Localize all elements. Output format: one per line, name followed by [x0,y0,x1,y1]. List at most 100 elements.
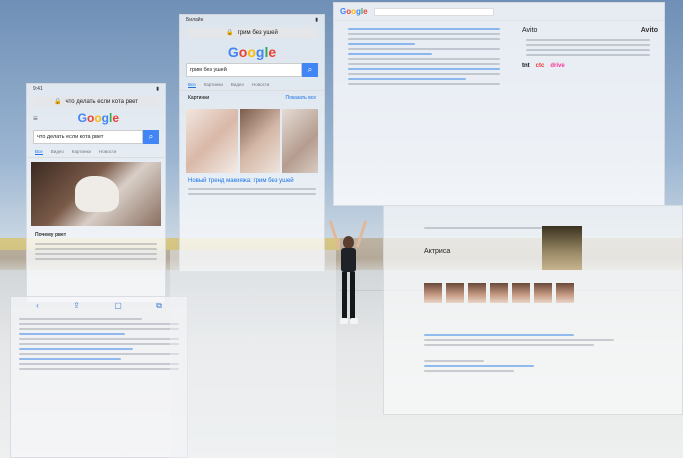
carrier-label: Билайн [186,17,204,23]
result-image[interactable] [186,109,238,173]
text-line [424,360,484,362]
text-line [35,248,157,250]
text-line [348,48,500,50]
result-title[interactable] [19,348,134,350]
text-line [19,368,179,370]
person-thumbnail[interactable] [446,283,464,303]
kp-title: Avito [522,27,538,34]
show-more-link[interactable]: Показать все [285,95,316,101]
text-line [19,323,179,325]
person-thumbnail[interactable] [424,283,442,303]
text-line [19,363,179,365]
text-line [348,33,500,35]
result-title[interactable]: Почему рвет [27,230,165,240]
photo-scene: Билайн ▮ 🔒 грим без ушей Google грим без… [0,0,683,458]
brand-logo[interactable]: drive [550,63,564,69]
tab-all[interactable]: Все [188,82,196,88]
search-input[interactable]: что делать если кота рвет [33,130,143,144]
brand-logos: tnt ctc drive [518,59,658,73]
result-title[interactable] [19,333,125,335]
search-row: что делать если кота рвет ⌕ [33,130,159,144]
back-icon[interactable]: ‹ [36,301,39,311]
tab-all[interactable]: Все [35,149,43,155]
search-input[interactable] [373,7,494,16]
search-button[interactable]: ⌕ [143,130,159,144]
search-input[interactable]: грим без ушей [186,63,302,77]
translucent-sheet [170,250,336,458]
result-image[interactable] [282,109,318,173]
phone-screen-center: Билайн ▮ 🔒 грим без ушей Google грим без… [179,14,325,272]
text-line [35,243,157,245]
result-title[interactable] [348,68,500,70]
url-bar[interactable]: 🔒 что делать если кота рвет [33,96,159,107]
result-title[interactable] [348,28,500,30]
text-line [424,370,514,372]
tab-news[interactable]: Новости [99,149,116,155]
tab-images[interactable]: Картинки [72,149,91,155]
bookmarks-icon[interactable]: ▢ [114,301,122,311]
search-row: грим без ушей ⌕ [186,63,318,77]
result-image[interactable] [240,109,280,173]
google-logo: Google [227,44,277,60]
text-line [348,58,500,60]
text-line [424,339,614,341]
text-line [19,343,179,345]
result-title[interactable] [348,78,466,80]
share-icon[interactable]: ⇪ [73,301,80,311]
text-line [35,258,157,260]
person-thumbnail[interactable] [534,283,552,303]
person-thumbnail[interactable] [556,283,574,303]
search-icon: ⌕ [148,132,154,141]
result-tabs: Все Видео Картинки Новости [27,147,165,158]
search-icon: ⌕ [307,65,313,74]
faces-carousel [384,279,682,307]
battery-icon: ▮ [156,86,159,92]
status-bar: 9:41 ▮ [27,84,165,94]
result-title[interactable] [424,365,534,367]
url-text: грим без ушей [237,29,278,36]
text-line [526,44,650,46]
lock-icon: 🔒 [226,30,234,36]
person-thumbnail[interactable] [468,283,486,303]
text-line [19,338,179,340]
result-title[interactable] [348,53,432,55]
result-title[interactable] [19,358,122,360]
brand-logo[interactable]: ctc [536,63,545,69]
portrait-image[interactable] [542,226,582,270]
phone-screen-bottom-left: ‹ ⇪ ▢ ⧉ [10,296,188,458]
text-line [526,39,650,41]
text-line [348,73,500,75]
tab-news[interactable]: Новости [252,82,269,88]
tab-images[interactable]: Картинки [204,82,223,88]
person-thumbnail[interactable] [512,283,530,303]
tabs-icon[interactable]: ⧉ [156,301,162,311]
cat-image[interactable] [31,162,161,226]
text-line [188,188,316,190]
tab-video[interactable]: Видео [51,149,64,155]
tab-video[interactable]: Видео [231,82,244,88]
results-columns: Avito Avito tnt ctc drive [334,21,664,92]
url-bar[interactable]: 🔒 грим без ушей [186,27,318,38]
jumping-woman [328,218,368,334]
result-link[interactable]: Новый тренд макияжа: грим без ушей [180,177,324,185]
status-bar: Билайн ▮ [180,15,324,25]
desktop-results-top: Google Avito Avito tnt ctc drive [333,2,665,206]
knowledge-title: Актриса [424,248,451,255]
text-line [35,253,157,255]
browser-toolbar: ‹ ⇪ ▢ ⧉ [11,297,187,315]
brand-logo[interactable]: tnt [522,63,530,69]
battery-icon: ▮ [315,17,318,23]
result-title[interactable] [424,334,574,336]
google-logo: Google [340,7,368,16]
search-button[interactable]: ⌕ [302,63,318,77]
text-line [526,49,650,51]
text-line [19,318,143,320]
url-text: что делать если кота рвет [65,98,138,105]
person-thumbnail[interactable] [490,283,508,303]
text-line [348,38,500,40]
text-line [424,227,544,229]
knowledge-panel: Avito Avito tnt ctc drive [518,25,658,88]
desktop-results-bottom: Актриса [383,205,683,415]
result-title[interactable] [348,43,416,45]
text-line [424,344,594,346]
